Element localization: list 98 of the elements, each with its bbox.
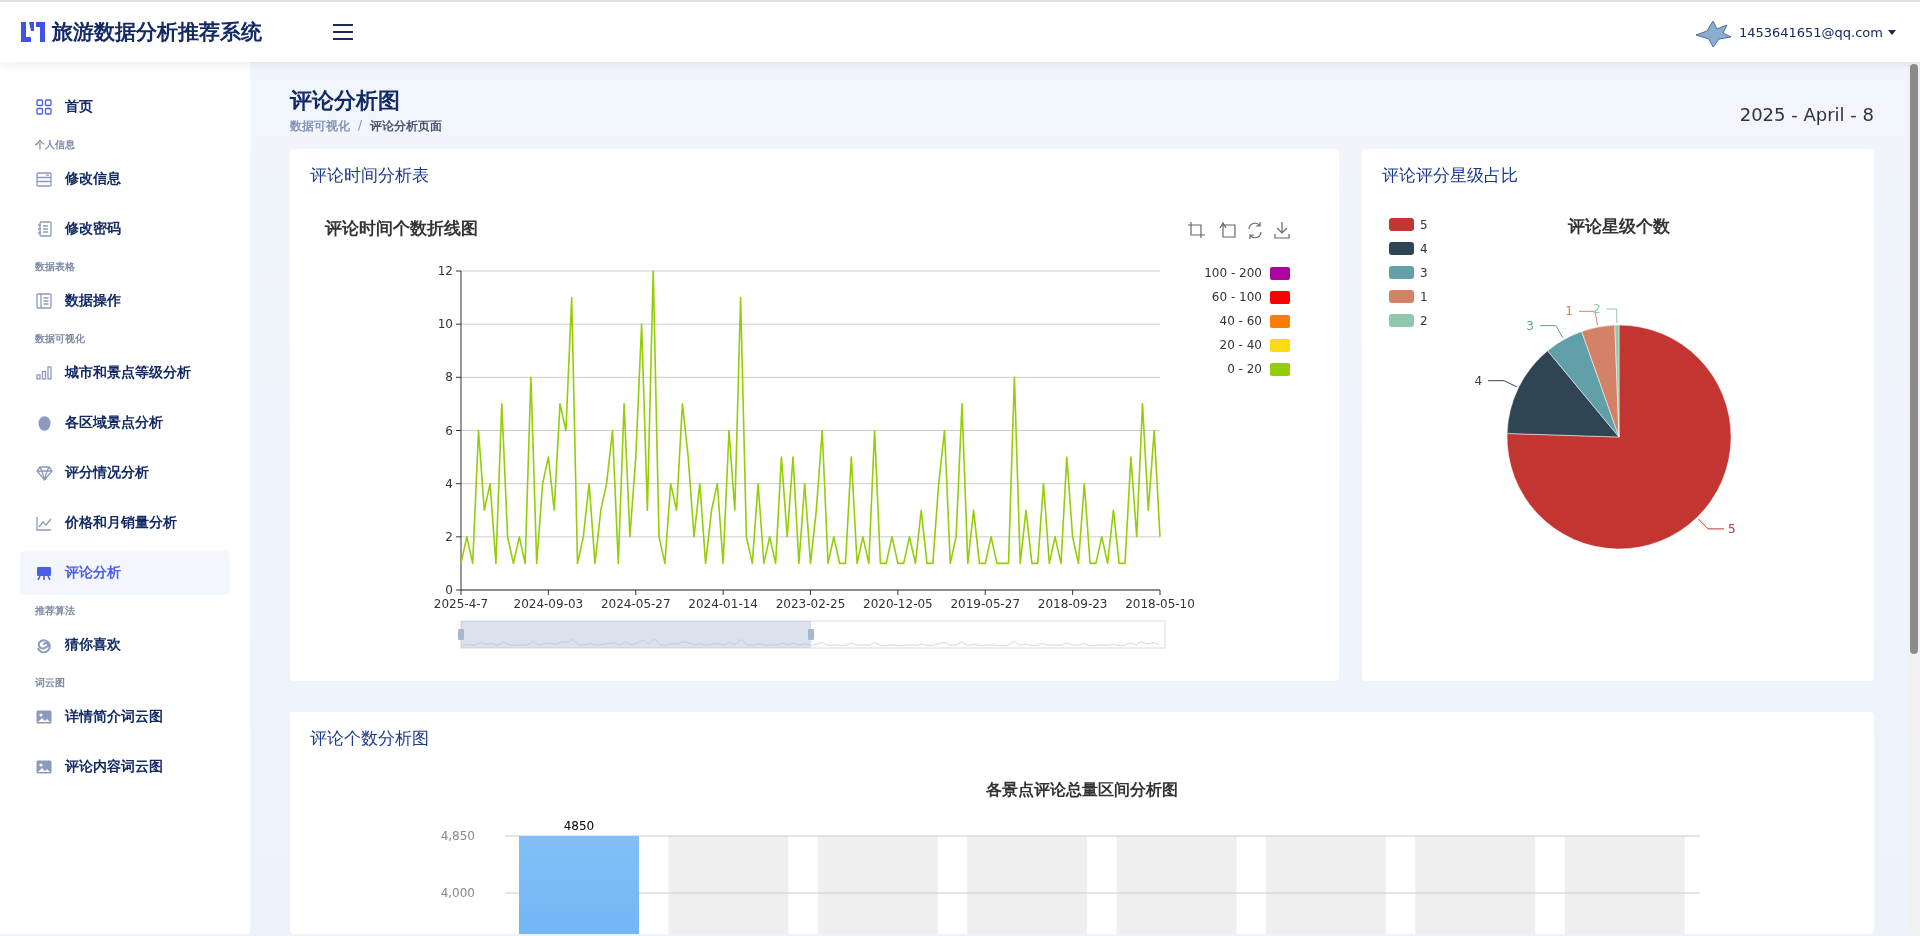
- nav-item[interactable]: 首页: [20, 85, 230, 129]
- leader-line: [1606, 308, 1618, 324]
- drop-icon: [37, 415, 51, 431]
- slice-label: 5: [1728, 521, 1736, 536]
- zoom-slider[interactable]: [458, 620, 1166, 649]
- crop-icon[interactable]: [1187, 221, 1206, 239]
- list-icon: [36, 171, 52, 187]
- nav-item[interactable]: 数据操作: [20, 279, 230, 323]
- axis-label: 4,850: [440, 829, 475, 843]
- legend-label: 100 - 200: [1204, 266, 1262, 280]
- legend-label: 20 - 40: [1219, 338, 1262, 352]
- slice-label: 1: [1565, 304, 1573, 319]
- card-title: 评论评分星级占比: [1381, 163, 1519, 187]
- undo-icon[interactable]: [1219, 221, 1236, 238]
- nav-item[interactable]: 猜你喜欢: [20, 623, 230, 667]
- legend-swatch[interactable]: [1270, 267, 1290, 280]
- nav-item[interactable]: 价格和月销量分析: [20, 501, 230, 545]
- nav-item[interactable]: 修改信息: [20, 157, 230, 201]
- legend-swatch[interactable]: [1270, 363, 1290, 376]
- line-chart-icon: [36, 515, 52, 531]
- legend-swatch[interactable]: [1389, 266, 1414, 279]
- nav-item[interactable]: 评分情况分析: [20, 451, 230, 495]
- axis-label: 2018-05-10: [1125, 597, 1195, 611]
- chart-title: 各景点评论总量区间分析图: [986, 780, 1178, 799]
- legend-swatch[interactable]: [1389, 242, 1414, 255]
- breadcrumb-current: 评论分析页面: [370, 118, 443, 135]
- app-title: 旅游数据分析推荐系统: [52, 19, 262, 46]
- notes-icon: [36, 221, 52, 237]
- legend-label: 5: [1420, 218, 1428, 232]
- axis-label: 2025-4-7: [433, 597, 489, 611]
- breadcrumb-separator: /: [358, 118, 363, 134]
- section-heading: 推荐算法: [34, 604, 76, 618]
- section-heading: 个人信息: [34, 138, 76, 152]
- nav-item[interactable]: 评论内容词云图: [20, 745, 230, 789]
- axis-label: 12: [437, 264, 453, 278]
- caret-icon: [1888, 29, 1896, 35]
- legend-label: 40 - 60: [1219, 314, 1262, 328]
- easel-icon: [36, 565, 52, 581]
- nav-item[interactable]: 评论分析: [20, 551, 230, 595]
- table-icon: [36, 293, 52, 309]
- axis-label: 10: [437, 317, 453, 332]
- axis-label: 8: [445, 370, 453, 385]
- slice-label: 3: [1526, 318, 1534, 333]
- legend-label: 4: [1420, 242, 1428, 256]
- axis-label: 2020-12-05: [863, 597, 933, 611]
- axis-label: 2018-09-23: [1037, 597, 1108, 611]
- section-heading: 词云图: [34, 676, 66, 690]
- axis-label: 6: [445, 423, 453, 438]
- scrollbar[interactable]: [1908, 62, 1920, 934]
- axis-label: 4: [445, 476, 453, 491]
- image-icon: [36, 760, 52, 774]
- card-title: 评论时间分析表: [309, 163, 430, 187]
- swirl-icon: [36, 637, 52, 653]
- diamond-icon: [35, 465, 53, 481]
- axis-label: 2024-09-03: [513, 597, 584, 611]
- legend-swatch[interactable]: [1389, 314, 1414, 327]
- leader-line: [1487, 380, 1518, 388]
- image-icon: [36, 710, 52, 724]
- axis-label: 0: [445, 583, 453, 597]
- axis-label: 2023-02-25: [775, 597, 846, 611]
- nav-item[interactable]: 修改密码: [20, 207, 230, 251]
- legend-label: 1: [1420, 290, 1428, 304]
- legend-label: 2: [1420, 314, 1428, 328]
- leader-line: [1539, 325, 1564, 339]
- menu-icon: [332, 23, 354, 41]
- legend-swatch[interactable]: [1270, 315, 1290, 328]
- logo-icon: [20, 20, 46, 44]
- refresh-icon[interactable]: [1248, 221, 1262, 240]
- axis-label: 2024-05-27: [600, 597, 671, 611]
- axis-label: 2024-01-14: [688, 597, 758, 611]
- legend-label: 3: [1420, 266, 1428, 280]
- download-icon[interactable]: [1274, 221, 1290, 239]
- bar-chart-icon: [36, 366, 52, 380]
- axis-label: 2019-05-27: [950, 597, 1021, 611]
- section-heading: 数据可视化: [34, 332, 86, 346]
- chart-title: 评论时间个数折线图: [325, 218, 478, 238]
- page-title: 评论分析图: [290, 87, 401, 115]
- legend-swatch[interactable]: [1389, 290, 1414, 303]
- legend-label: 0 - 20: [1227, 362, 1262, 376]
- leader-line: [1697, 518, 1725, 530]
- date-text: 2025 - April - 8: [1739, 104, 1874, 127]
- section-heading: 数据表格: [34, 260, 76, 274]
- nav-item[interactable]: 详情简介词云图: [20, 695, 230, 739]
- user-menu[interactable]: 1453641651@qq.com: [1738, 24, 1896, 40]
- legend-swatch[interactable]: [1270, 291, 1290, 304]
- chart-title: 评论星级个数: [1568, 216, 1670, 236]
- nav-item[interactable]: 城市和景点等级分析: [20, 351, 230, 395]
- grid-icon: [36, 99, 52, 115]
- value-label: 4850: [563, 819, 595, 833]
- legend-swatch[interactable]: [1270, 339, 1290, 352]
- axis-label: 4,000: [440, 886, 475, 900]
- card-title: 评论个数分析图: [309, 726, 430, 750]
- slice-label: 4: [1474, 373, 1483, 388]
- slice-label: 2: [1592, 302, 1601, 316]
- nav-item[interactable]: 各区域景点分析: [20, 401, 230, 445]
- legend-swatch[interactable]: [1389, 218, 1414, 231]
- axis-label: 2: [445, 529, 453, 544]
- legend-label: 60 - 100: [1211, 290, 1262, 304]
